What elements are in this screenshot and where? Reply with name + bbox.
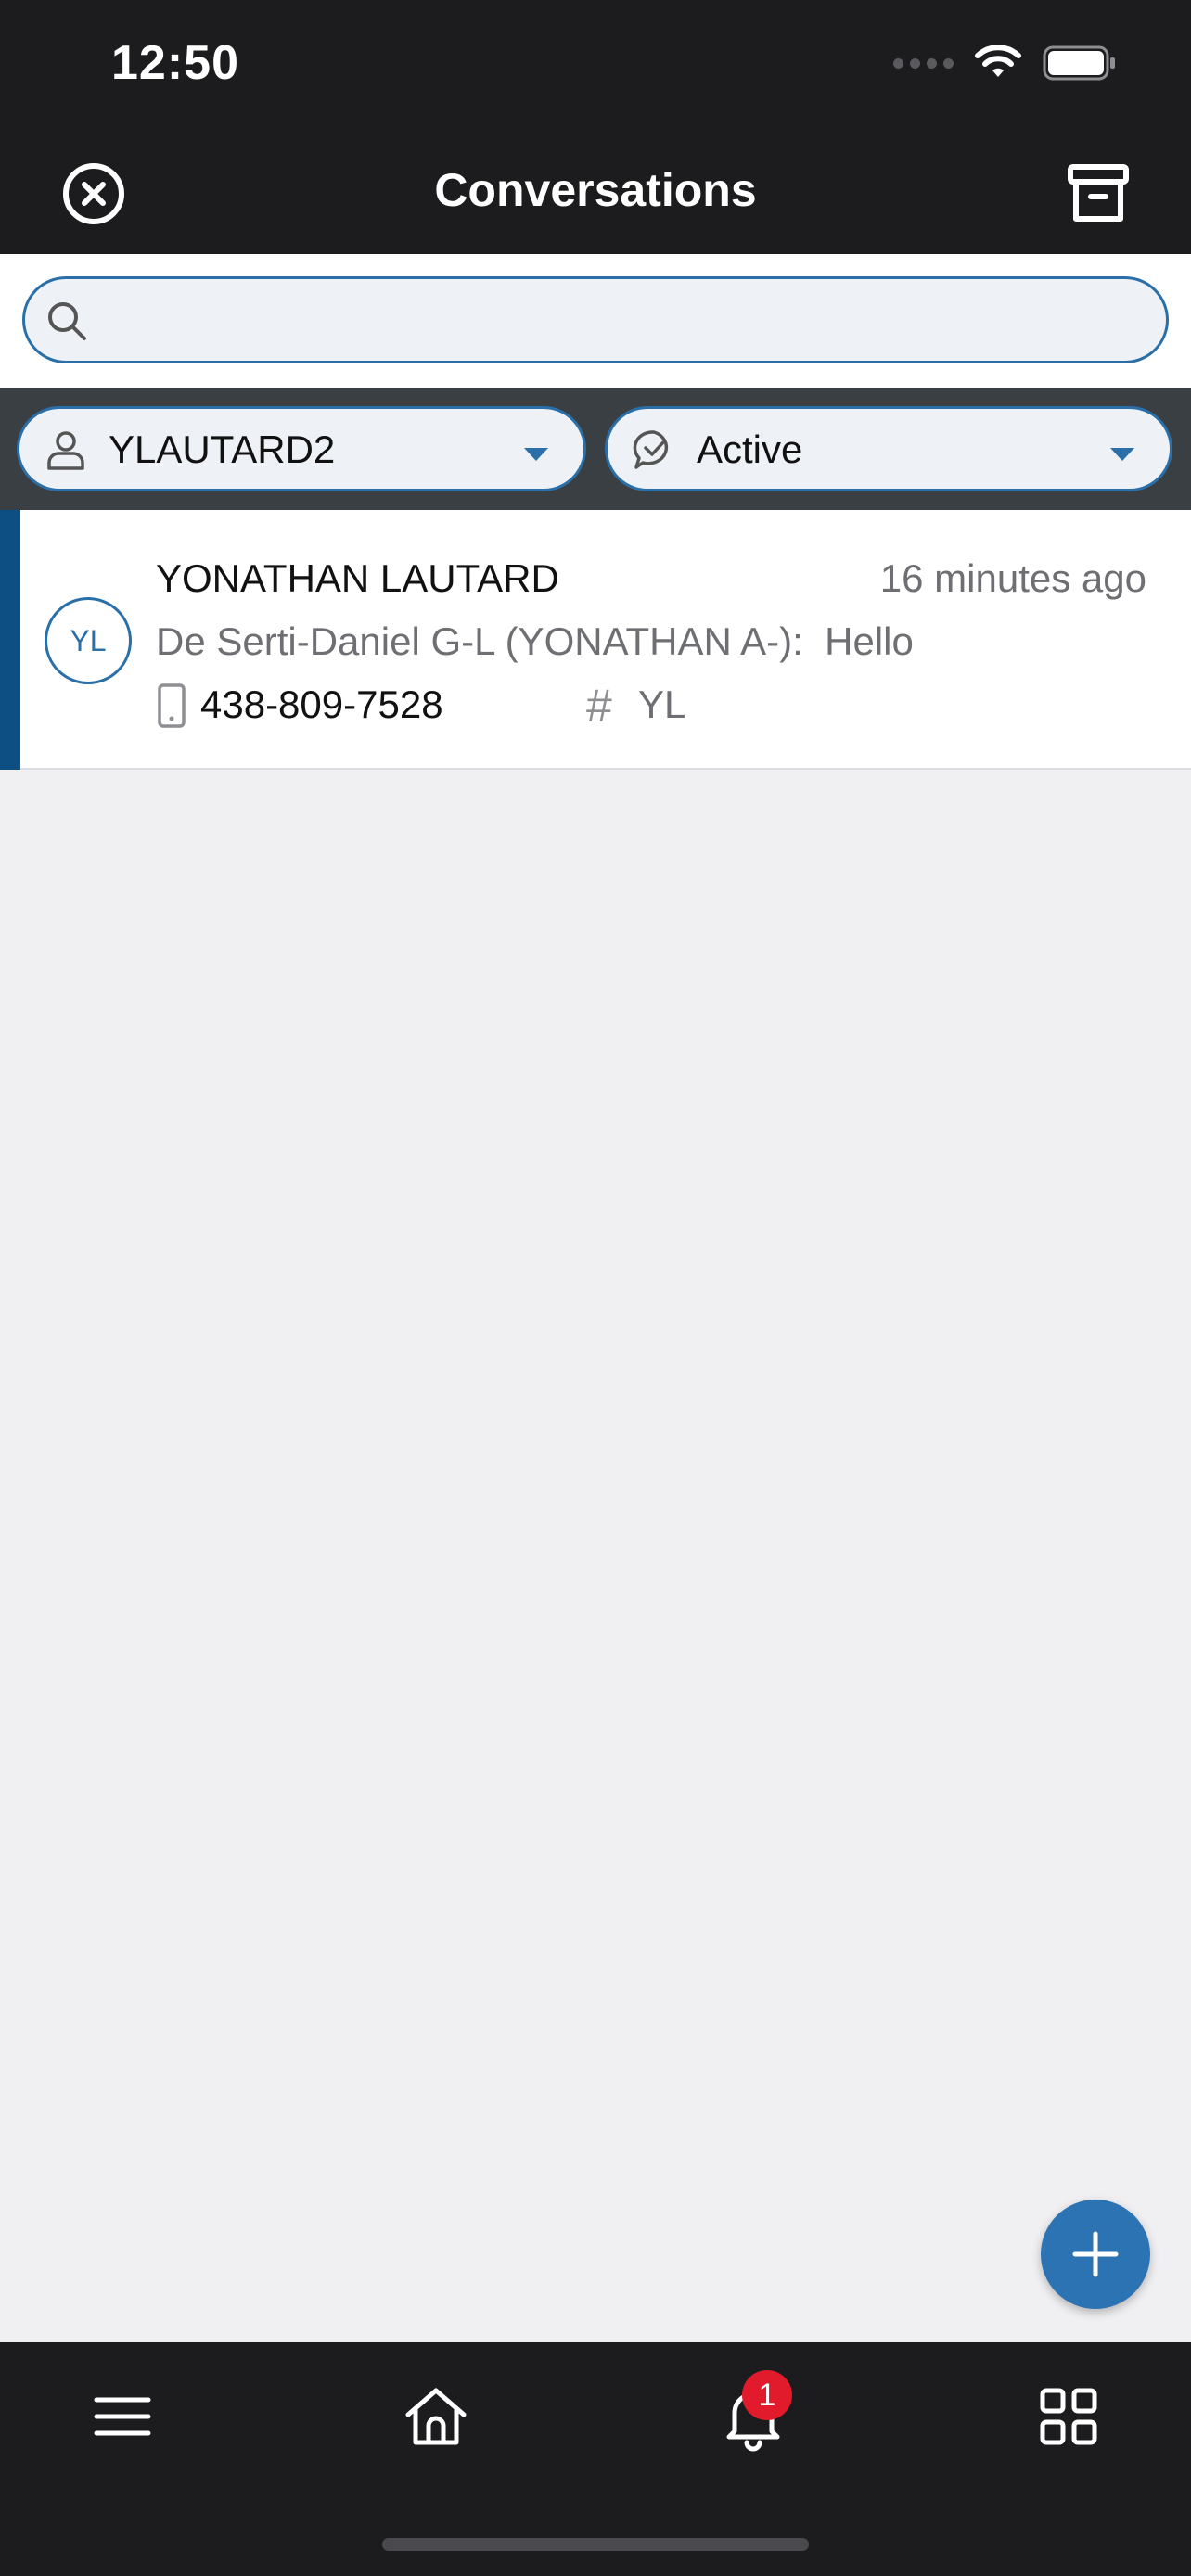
cellular-signal-icon [893,57,954,69]
home-indicator[interactable] [382,2538,809,2551]
menu-button[interactable] [85,2379,160,2454]
message-preview: De Serti-Daniel G-L (YONATHAN A-): Hello [156,619,914,663]
page-title: Conversations [434,164,757,216]
unread-indicator [0,510,20,770]
status-time: 12:50 [111,36,239,90]
home-button[interactable] [399,2379,473,2454]
search-area [0,254,1191,388]
apps-button[interactable] [1031,2379,1106,2454]
status-filter-dropdown[interactable]: Active [605,406,1172,491]
home-icon [405,2388,467,2445]
new-conversation-button[interactable] [1041,2200,1150,2309]
mobile-phone-icon [158,683,186,728]
conversation-list-item[interactable]: YL YONATHAN LAUTARD 16 minutes ago De Se… [0,510,1191,770]
filter-bar: YLAUTARD2 Active [0,388,1191,510]
channel-tag: YL [638,682,686,726]
chat-check-icon [633,430,669,469]
hashtag-icon: # [586,680,612,732]
contact-name: YONATHAN LAUTARD [156,556,559,600]
hamburger-menu-icon [94,2397,151,2436]
archive-button[interactable] [1067,163,1130,224]
navigation-header: Conversations [0,130,1191,254]
grid-icon [1040,2388,1097,2445]
search-input[interactable] [103,292,1142,348]
status-filter-label: Active [697,427,803,471]
search-icon [48,302,86,340]
chevron-down-icon [1110,448,1134,461]
notification-badge: 1 [742,2370,792,2420]
person-icon [47,431,84,470]
avatar: YL [45,597,132,684]
archive-icon [1068,164,1129,222]
timestamp: 16 minutes ago [879,556,1146,600]
chevron-down-icon [524,448,548,461]
conversations-screen: 12:50 Conversations YLAUTARD2 Active YL … [0,0,1191,2576]
user-filter-label: YLAUTARD2 [109,427,336,471]
plus-icon [1072,2231,1119,2277]
status-bar: 12:50 [0,0,1191,130]
search-box[interactable] [22,276,1169,363]
status-icons [893,45,1117,82]
phone-number: 438-809-7528 [200,682,443,726]
user-filter-dropdown[interactable]: YLAUTARD2 [17,406,586,491]
wifi-icon [975,45,1021,77]
battery-icon [1043,45,1115,81]
